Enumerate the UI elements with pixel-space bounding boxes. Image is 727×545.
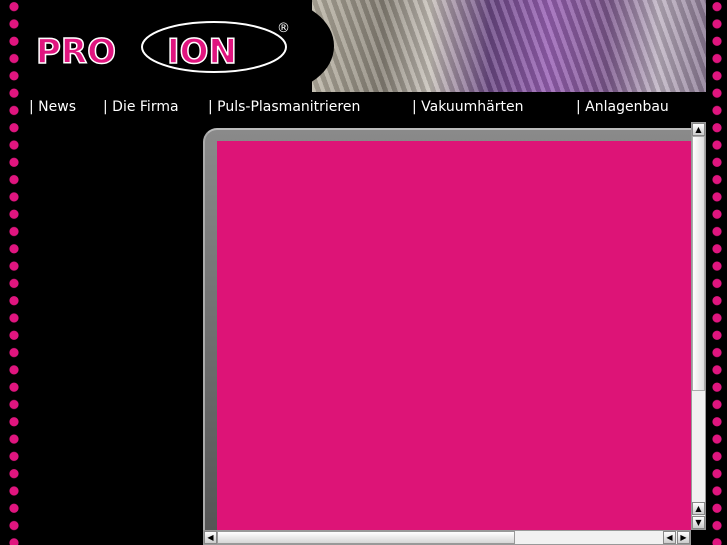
horizontal-scrollbar[interactable]: ◀ ◀ ▶ [203,530,691,545]
scroll-left-icon[interactable]: ◀ [204,531,217,544]
svg-text:®: ® [277,21,290,36]
horizontal-scroll-thumb[interactable] [217,531,515,544]
proion-logo[interactable]: PRO ION ® [34,18,294,78]
main-nav: | News | Die Firma | Puls-Plasmanitriere… [0,99,700,119]
scroll-left-icon[interactable]: ◀ [663,531,676,544]
svg-text:ION: ION [167,32,237,72]
scroll-right-icon[interactable]: ▶ [677,531,690,544]
vertical-scrollbar[interactable]: ▲ ▲ ▼ [691,122,706,530]
scroll-down-icon[interactable]: ▼ [692,516,705,529]
scroll-up-icon[interactable]: ▲ [692,502,705,515]
nav-vakuumhaerten[interactable]: | Vakuumhärten [412,99,523,115]
svg-text:PRO: PRO [36,32,116,72]
nav-die-firma[interactable]: | Die Firma [103,99,179,115]
content-area [217,141,691,530]
header: PRO ION ® [22,0,706,92]
header-photo [312,0,706,92]
logo-area: PRO ION ® [22,0,334,92]
nav-puls-plasmanitrieren[interactable]: | Puls-Plasmanitrieren [208,99,360,115]
nav-anlagenbau[interactable]: | Anlagenbau [576,99,669,115]
nav-news[interactable]: | News [29,99,76,115]
decorative-dots-right [712,0,722,545]
vertical-scroll-thumb[interactable] [692,136,705,391]
scroll-up-icon[interactable]: ▲ [692,123,705,136]
decorative-dots-left [9,0,19,545]
